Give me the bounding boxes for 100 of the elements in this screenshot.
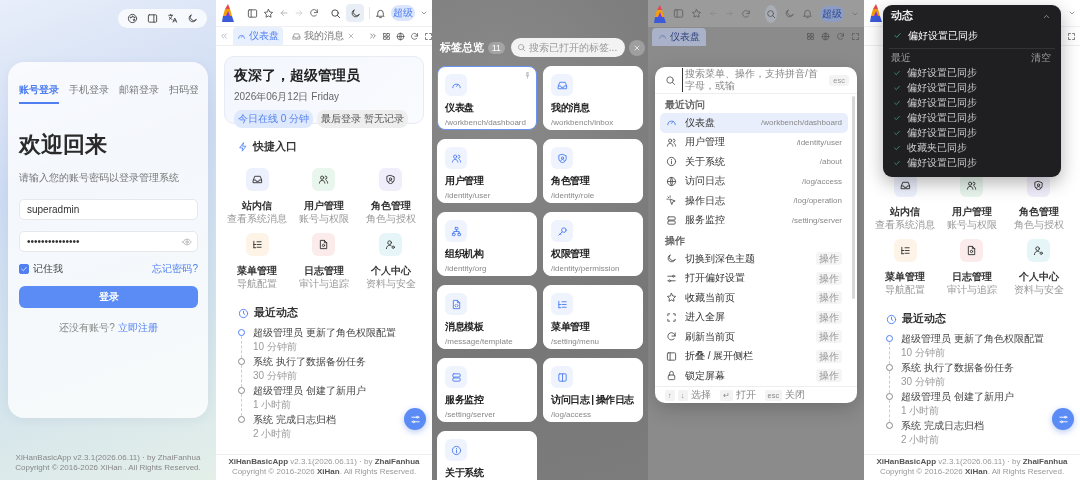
sidebar-icon[interactable] xyxy=(147,13,158,24)
page-tab[interactable]: 我的消息 xyxy=(288,27,359,45)
moon-icon[interactable] xyxy=(187,13,198,24)
caret-icon[interactable] xyxy=(420,9,428,17)
tab-card[interactable]: 菜单管理 /setting/menu xyxy=(543,285,643,349)
shortcut-subtitle: 导航配置 xyxy=(237,277,278,290)
command-label: 收藏当前页 xyxy=(685,290,735,305)
tab-card[interactable]: 权限管理 /identity/permission xyxy=(543,212,643,276)
command-item[interactable]: 操作日志 /log/operation xyxy=(660,191,848,211)
command-item[interactable]: 仪表盘 /workbench/dashboard xyxy=(660,113,848,133)
command-item[interactable]: 锁定屏幕 操作 xyxy=(660,366,848,386)
shortcut-tile[interactable] xyxy=(893,239,917,262)
tab-card-title: 访问日志 | 操作日志 xyxy=(551,393,635,407)
caret-icon[interactable] xyxy=(1068,9,1076,17)
shortcut-tile[interactable] xyxy=(312,168,336,191)
shortcut-tile[interactable] xyxy=(245,168,269,191)
globe-icon[interactable] xyxy=(396,31,405,41)
shortcut-tile[interactable] xyxy=(312,233,336,256)
shortcut-tile[interactable] xyxy=(960,239,984,262)
tab-card[interactable]: 组织机构 /identity/org xyxy=(437,212,537,276)
tab-card-title: 我的消息 xyxy=(551,101,591,115)
shortcut-title: 站内信 xyxy=(242,199,273,212)
forgot-password-link[interactable]: 忘记密码? xyxy=(152,262,198,276)
shortcut-tile[interactable] xyxy=(379,233,403,256)
settings-button[interactable] xyxy=(404,408,426,430)
shortcut-tile[interactable] xyxy=(245,233,269,256)
search-icon xyxy=(766,8,776,19)
fullscreen-icon[interactable] xyxy=(424,31,432,41)
tab-search-field[interactable]: 搜索已打开的标签... xyxy=(510,38,625,57)
tab-card[interactable]: 消息模板 /message/template xyxy=(437,285,537,349)
command-search-field[interactable]: 搜索菜单、操作，支持拼音/首字母，或输 xyxy=(682,68,824,92)
gauge-icon xyxy=(658,32,667,41)
inbox-icon xyxy=(556,79,568,91)
command-item[interactable]: 折叠 / 展开侧栏 操作 xyxy=(660,346,848,366)
command-item[interactable]: 服务监控 /setting/server xyxy=(660,210,848,230)
code-file-icon xyxy=(450,298,462,310)
users-icon xyxy=(450,152,462,164)
bell-icon[interactable] xyxy=(375,7,386,19)
command-item[interactable]: 打开偏好设置 操作 xyxy=(660,268,848,288)
notification-text: 偏好设置已同步 xyxy=(907,95,977,110)
command-item[interactable]: 刷新当前页 操作 xyxy=(660,327,848,347)
panel-title: 动态 xyxy=(891,9,913,23)
command-item[interactable]: 用户管理 /identity/user xyxy=(660,132,848,152)
register-link[interactable]: 立即注册 xyxy=(117,322,158,333)
tab-card[interactable]: 关于系统 xyxy=(437,431,537,480)
app-logo[interactable] xyxy=(222,4,234,22)
tab-card[interactable]: 访问日志 | 操作日志 /log/access xyxy=(543,358,643,422)
grid-icon[interactable] xyxy=(382,31,391,41)
refresh-icon[interactable] xyxy=(410,31,419,41)
username-field[interactable]: superadmin xyxy=(19,199,198,220)
tab-card[interactable]: 角色管理 /identity/role xyxy=(543,139,643,203)
login-tab[interactable]: 账号登录 xyxy=(19,83,59,104)
command-path: /about xyxy=(819,157,842,167)
login-tab[interactable]: 手机登录 xyxy=(69,83,109,104)
login-tab[interactable]: 扫码登 xyxy=(169,83,198,104)
command-item[interactable]: 关于系统 /about xyxy=(660,152,848,172)
shortcut-tile[interactable] xyxy=(1027,239,1051,262)
users-icon xyxy=(318,174,330,185)
app-logo[interactable] xyxy=(654,4,666,23)
password-field[interactable]: ••••••••••••••• xyxy=(19,231,198,252)
shortcut-title: 站内信 xyxy=(890,205,921,218)
tab-card[interactable]: 我的消息 /workbench/inbox xyxy=(543,66,643,130)
command-item[interactable]: 进入全屏 操作 xyxy=(660,307,848,327)
key-label: 选择 xyxy=(690,388,711,402)
tab-card-title: 仪表盘 xyxy=(445,101,475,115)
theme-button[interactable] xyxy=(346,4,364,22)
star-icon[interactable] xyxy=(263,7,274,19)
search-button[interactable] xyxy=(765,4,777,23)
app-logo[interactable] xyxy=(870,4,882,22)
chevrons-right-icon[interactable] xyxy=(369,32,377,40)
palette-icon[interactable] xyxy=(127,13,138,24)
settings-button[interactable] xyxy=(1052,408,1074,430)
command-item[interactable]: 收藏当前页 操作 xyxy=(660,288,848,308)
login-tab[interactable]: 邮箱登录 xyxy=(119,83,159,104)
lock-icon xyxy=(666,370,677,382)
tab-card[interactable]: 用户管理 /identity/user xyxy=(437,139,537,203)
command-path: /log/operation xyxy=(793,196,842,206)
sidebar-icon[interactable] xyxy=(247,7,258,19)
activity-text: 系统 执行了数据备份任务 xyxy=(253,355,366,368)
fullscreen-icon[interactable] xyxy=(1067,31,1076,41)
tab-card[interactable]: 仪表盘 /workbench/dashboard xyxy=(437,66,537,130)
shortcut-tile[interactable] xyxy=(379,168,403,191)
tab-card[interactable]: 服务监控 /setting/server xyxy=(437,358,537,422)
translate-icon[interactable] xyxy=(167,13,178,24)
shortcut-subtitle: 角色与授权 xyxy=(365,212,416,225)
star-icon[interactable] xyxy=(691,8,702,19)
command-label: 刷新当前页 xyxy=(685,329,735,344)
shield-icon xyxy=(556,152,568,164)
command-label: 用户管理 xyxy=(685,135,725,150)
close-button[interactable] xyxy=(628,39,645,56)
clear-link[interactable]: 清空 xyxy=(1031,51,1051,65)
command-item[interactable]: 访问日志 /log/access xyxy=(660,171,848,191)
shortcut-title: 用户管理 xyxy=(952,205,992,218)
command-item[interactable]: 切换到深色主题 操作 xyxy=(660,249,848,269)
search-icon[interactable] xyxy=(330,7,341,19)
refresh-icon[interactable] xyxy=(309,8,319,18)
star-icon xyxy=(666,292,677,304)
page-tab[interactable]: 仪表盘 xyxy=(652,27,706,46)
section-title: 最近动态 xyxy=(254,306,298,320)
remember-checkbox[interactable] xyxy=(19,264,29,274)
